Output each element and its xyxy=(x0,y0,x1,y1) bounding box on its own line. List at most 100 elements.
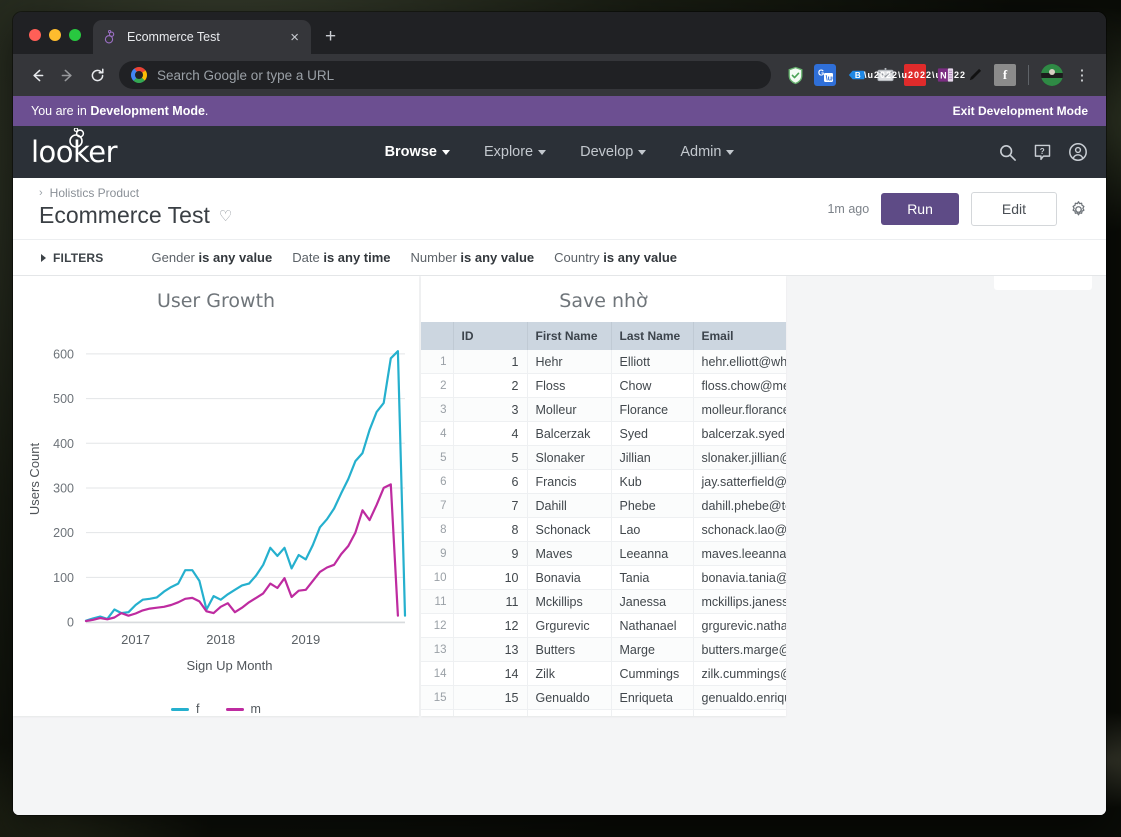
chevron-down-icon xyxy=(638,149,647,155)
google-translate-icon[interactable]: G\u6587 xyxy=(814,64,836,86)
bitly-icon[interactable]: B xyxy=(844,64,866,86)
filter-bar: FILTERS Gender is any value Date is any … xyxy=(13,240,1106,276)
reload-icon[interactable] xyxy=(83,61,111,89)
run-button[interactable]: Run xyxy=(881,193,959,225)
cell-email: bonavia.tania@m xyxy=(693,565,786,590)
exit-development-mode-link[interactable]: Exit Development Mode xyxy=(953,104,1088,118)
gear-icon[interactable] xyxy=(1069,200,1088,219)
cell-rownum: 11 xyxy=(421,589,454,614)
breadcrumb-folder[interactable]: Holistics Product xyxy=(50,186,139,200)
column-header-email[interactable]: Email xyxy=(693,322,786,350)
table-row[interactable]: 88SchonackLaoschonack.lao@ma xyxy=(421,517,786,542)
cell-rownum: 15 xyxy=(421,685,454,710)
edit-button[interactable]: Edit xyxy=(970,192,1057,226)
close-window-button[interactable] xyxy=(29,29,41,41)
cell-first-name: Strickling xyxy=(527,709,612,716)
svg-text:\u6587: \u6587 xyxy=(826,74,834,83)
chart-series-f[interactable] xyxy=(84,350,407,622)
minimize-window-button[interactable] xyxy=(49,29,61,41)
onenote-icon[interactable]: N xyxy=(934,64,956,86)
y-axis-tick-label: 600 xyxy=(53,347,74,361)
cell-id: 9 xyxy=(453,541,528,566)
column-header-id[interactable]: ID xyxy=(453,322,528,350)
filter-date[interactable]: Date is any time xyxy=(292,250,390,265)
table-row[interactable]: 1212GrgurevicNathanaelgrgurevic.nathana xyxy=(421,613,786,638)
column-header-first-name[interactable]: First Name xyxy=(527,322,612,350)
cell-rownum: 5 xyxy=(421,445,454,470)
cell-email: genualdo.enrique xyxy=(693,685,786,710)
search-icon[interactable] xyxy=(998,143,1017,162)
back-icon[interactable] xyxy=(23,61,51,89)
table-body: 11HehrElliotthehr.elliott@whip22FlossCho… xyxy=(421,350,786,716)
table-row[interactable]: 1313ButtersMargebutters.marge@s xyxy=(421,637,786,662)
page-title: Ecommerce Test ♡ xyxy=(39,202,232,229)
dashboard-canvas: User Growth 0 100 200 300 400 500 600 2017 2018 2… xyxy=(13,276,1106,815)
filter-number[interactable]: Number is any value xyxy=(411,250,535,265)
column-header-rownum[interactable] xyxy=(421,322,454,350)
address-bar[interactable]: Search Google or type a URL xyxy=(119,61,771,89)
cell-rownum: 12 xyxy=(421,613,454,638)
table-row[interactable]: 33MolleurFlorancemolleur.florance@ xyxy=(421,397,786,422)
data-table[interactable]: ID First Name Last Name Email 1 1 Hehr Elli… xyxy=(421,322,786,716)
cell-email: schonack.lao@ma xyxy=(693,517,786,542)
table-row[interactable]: 66FrancisKubjay.satterfield@ya xyxy=(421,469,786,494)
looker-nav-items: Browse Explore Develop Admin xyxy=(13,144,1106,160)
dashboard-name: Ecommerce Test xyxy=(39,202,210,228)
cell-email: butters.marge@s xyxy=(693,637,786,662)
lastpass-icon[interactable]: \u2022\u2022\u2022 xyxy=(864,64,965,86)
nav-item-explore[interactable]: Explore xyxy=(484,144,547,160)
tile-user-growth[interactable]: User Growth 0 100 200 300 400 500 600 2017 2018 2… xyxy=(13,276,419,716)
cell-id: 11 xyxy=(453,589,528,614)
chart-series-m[interactable] xyxy=(84,483,399,623)
cell-first-name: Zilk xyxy=(527,661,612,686)
y-axis-tick-label: 100 xyxy=(53,571,74,585)
table-row[interactable]: 1111MckillipsJanessamckillips.janessa@ xyxy=(421,589,786,614)
cell-last-name: Nathanael xyxy=(611,613,694,638)
table-row[interactable]: 1616StricklingMariloustrickling.marilou xyxy=(421,709,786,716)
user-account-icon[interactable] xyxy=(1068,142,1088,162)
table-row[interactable]: 44BalcerzakSyedbalcerzak.syed@a xyxy=(421,421,786,446)
cell-email: jay.satterfield@ya xyxy=(693,469,786,494)
favorite-heart-icon[interactable]: ♡ xyxy=(219,207,232,225)
nav-item-admin[interactable]: Admin xyxy=(680,144,735,160)
filter-gender[interactable]: Gender is any value xyxy=(152,250,273,265)
filter-country[interactable]: Country is any value xyxy=(554,250,677,265)
svg-text:?: ? xyxy=(1040,146,1045,155)
pen-edit-icon[interactable] xyxy=(964,64,986,86)
line-chart-svg: 0 100 200 300 400 500 600 2017 2018 2019 Sign Up M… xyxy=(27,347,407,673)
svg-text:B: B xyxy=(854,71,860,80)
facebook-icon[interactable]: f xyxy=(994,64,1016,86)
avatar[interactable] xyxy=(1041,64,1063,86)
y-axis-tick-label: 500 xyxy=(53,392,74,406)
tile-save-nho[interactable]: Save nhờ ID First Name Last Name Email 1 xyxy=(421,276,786,716)
cell-id: 10 xyxy=(453,565,528,590)
chevron-right-icon: › xyxy=(39,187,43,199)
maximize-window-button[interactable] xyxy=(69,29,81,41)
table-row[interactable]: 55SlonakerJillianslonaker.jillian@n xyxy=(421,445,786,470)
forward-icon[interactable] xyxy=(53,61,81,89)
table-row[interactable]: 77DahillPhebedahill.phebe@teli xyxy=(421,493,786,518)
table-row[interactable]: 1414ZilkCummingszilk.cummings@fi xyxy=(421,661,786,686)
nav-item-develop[interactable]: Develop xyxy=(580,144,647,160)
table-row[interactable]: 99MavesLeeannamaves.leeanna@b xyxy=(421,541,786,566)
browser-tab[interactable]: Ecommerce Test × xyxy=(93,20,311,54)
table-row[interactable]: 22FlossChowfloss.chow@meta xyxy=(421,373,786,398)
dashboard-title-block: › Holistics Product Ecommerce Test ♡ xyxy=(39,186,232,229)
browser-menu-icon[interactable]: ⋮ xyxy=(1068,61,1096,89)
new-tab-button[interactable]: + xyxy=(325,27,336,46)
table-row[interactable]: 1515GenualdoEnriquetagenualdo.enrique xyxy=(421,685,786,710)
filters-toggle[interactable]: FILTERS xyxy=(41,251,104,265)
breadcrumb[interactable]: › Holistics Product xyxy=(39,186,232,200)
table-row[interactable]: 1010BonaviaTaniabonavia.tania@m xyxy=(421,565,786,590)
svg-text:G: G xyxy=(818,69,824,78)
close-tab-icon[interactable]: × xyxy=(286,28,303,47)
chevron-down-icon xyxy=(441,149,450,155)
table-row[interactable]: 11HehrElliotthehr.elliott@whip xyxy=(421,350,786,374)
cell-email: balcerzak.syed@a xyxy=(693,421,786,446)
nav-item-browse[interactable]: Browse xyxy=(385,144,450,160)
adguard-shield-icon[interactable] xyxy=(784,64,806,86)
cell-rownum: 2 xyxy=(421,373,454,398)
column-header-last-name[interactable]: Last Name xyxy=(611,322,694,350)
help-icon[interactable]: ? xyxy=(1033,143,1052,162)
line-chart[interactable]: 0 100 200 300 400 500 600 2017 2018 2019 Sign Up M… xyxy=(13,322,419,718)
